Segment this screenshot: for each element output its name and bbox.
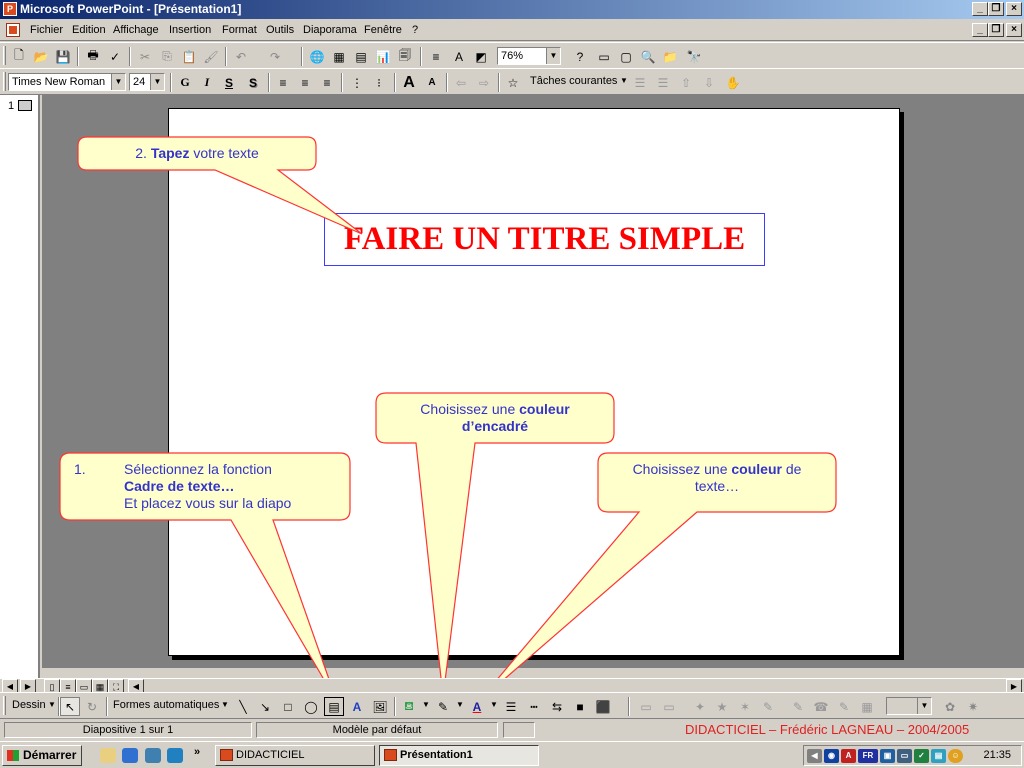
- rectangle-icon[interactable]: □: [278, 697, 298, 716]
- disabled-tool-icon[interactable]: ✎: [788, 697, 808, 716]
- ie-icon[interactable]: [122, 748, 138, 763]
- display-icon[interactable]: ▭: [897, 749, 912, 763]
- callout-step-number: 1.: [74, 461, 86, 477]
- fill-color-icon[interactable]: ⛾: [399, 697, 419, 716]
- disabled-tool-icon[interactable]: ▭: [636, 697, 656, 716]
- media-icon[interactable]: [167, 748, 183, 763]
- shadow-icon[interactable]: ■: [570, 697, 590, 716]
- disabled-tool-icon[interactable]: ☎: [811, 697, 831, 716]
- disabled-tool-icon[interactable]: ✷: [963, 697, 983, 716]
- arrow-style-icon[interactable]: ⇆: [547, 697, 567, 716]
- 3d-icon[interactable]: ⬛: [593, 697, 613, 716]
- disabled-tool-icon[interactable]: ✶: [735, 697, 755, 716]
- outlook-icon[interactable]: [145, 748, 161, 763]
- clipart-icon[interactable]: 🖼: [370, 697, 390, 716]
- dash-style-icon[interactable]: ┅: [524, 697, 544, 716]
- line-icon[interactable]: ╲: [233, 697, 253, 716]
- language-indicator[interactable]: FR: [858, 749, 878, 763]
- tray-tool-icon[interactable]: ✓: [914, 749, 929, 763]
- callout-encadre-color: [375, 392, 615, 698]
- callouts-layer: [59, 136, 837, 703]
- font-color-icon[interactable]: A: [467, 697, 487, 716]
- chevron-down-icon[interactable]: ▼: [221, 700, 229, 709]
- start-button[interactable]: Démarrer: [2, 745, 82, 766]
- task-presentation[interactable]: Présentation1: [379, 745, 539, 766]
- drawing-toolbar: Dessin ▼ ↖ ↻ Formes automatiques ▼ ╲ ↘ □…: [0, 692, 1024, 719]
- chevron-down-icon[interactable]: ▼: [456, 700, 464, 709]
- select-pointer-icon[interactable]: ↖: [60, 697, 80, 716]
- task-didacticiel[interactable]: DIDACTICIEL: [215, 745, 375, 766]
- chevron-down-icon[interactable]: ▼: [422, 700, 430, 709]
- volume-icon[interactable]: ◀: [807, 749, 822, 763]
- windows-logo-icon: [7, 750, 19, 761]
- draw-menu[interactable]: Dessin: [12, 699, 46, 711]
- callout-texte-text: Choisissez une couleur de texte…: [632, 461, 802, 494]
- autoshapes-menu[interactable]: Formes automatiques: [113, 699, 219, 711]
- status-template: Modèle par défaut: [256, 722, 498, 738]
- chevron-down-icon[interactable]: ▼: [48, 700, 56, 709]
- disabled-tool-icon[interactable]: ✎: [758, 697, 778, 716]
- oval-icon[interactable]: ◯: [301, 697, 321, 716]
- chevron-down-icon[interactable]: ▼: [490, 700, 498, 709]
- disabled-tool-icon[interactable]: ▭: [659, 697, 679, 716]
- chevron-more-icon[interactable]: »: [194, 746, 200, 758]
- wordart-icon[interactable]: A: [347, 697, 367, 716]
- text-box-icon[interactable]: ▤: [324, 697, 344, 716]
- disabled-tool-icon[interactable]: ✿: [940, 697, 960, 716]
- disabled-tool-icon[interactable]: ▦: [857, 697, 877, 716]
- disabled-tool-icon[interactable]: ★: [712, 697, 732, 716]
- antivirus-icon[interactable]: A: [841, 749, 856, 763]
- toolbar-grip[interactable]: [3, 696, 6, 715]
- status-empty: [503, 722, 535, 738]
- powerpoint-icon: [220, 749, 233, 761]
- tray-app-icon[interactable]: ◉: [824, 749, 839, 763]
- disabled-combo[interactable]: ▼: [886, 697, 932, 715]
- status-slide: Diapositive 1 sur 1: [4, 722, 252, 738]
- disabled-tool-icon[interactable]: ✦: [690, 697, 710, 716]
- desktop-icon[interactable]: [100, 748, 116, 763]
- free-rotate-icon[interactable]: ↻: [82, 697, 102, 716]
- tray-net-icon[interactable]: ▤: [931, 749, 946, 763]
- clock: 21:35: [983, 749, 1011, 761]
- system-tray: ◀ ◉ A FR ▣ ▭ ✓ ▤ ☺ 21:35: [803, 745, 1022, 766]
- messenger-icon[interactable]: ☺: [948, 749, 963, 763]
- network-icon[interactable]: ▣: [880, 749, 895, 763]
- credit-text: DIDACTICIEL – Frédéric LAGNEAU – 2004/20…: [685, 722, 970, 737]
- arrow-icon[interactable]: ↘: [255, 697, 275, 716]
- status-bar: Diapositive 1 sur 1 Modèle par défaut DI…: [0, 719, 1024, 741]
- callout-tapez-text: 2. Tapez votre texte: [135, 145, 259, 161]
- chevron-down-icon[interactable]: ▼: [917, 698, 931, 714]
- line-color-icon[interactable]: ✎: [433, 697, 453, 716]
- callout-encadre-text: Choisissez une couleur d’encadré: [420, 401, 570, 434]
- taskbar: Démarrer » DIDACTICIEL Présentation1 ◀ ◉…: [0, 741, 1024, 768]
- powerpoint-icon: [384, 749, 397, 761]
- callout-step-text: Sélectionnez la fonction Cadre de texte……: [124, 461, 292, 511]
- line-style-icon[interactable]: ☰: [501, 697, 521, 716]
- disabled-tool-icon[interactable]: ✎: [834, 697, 854, 716]
